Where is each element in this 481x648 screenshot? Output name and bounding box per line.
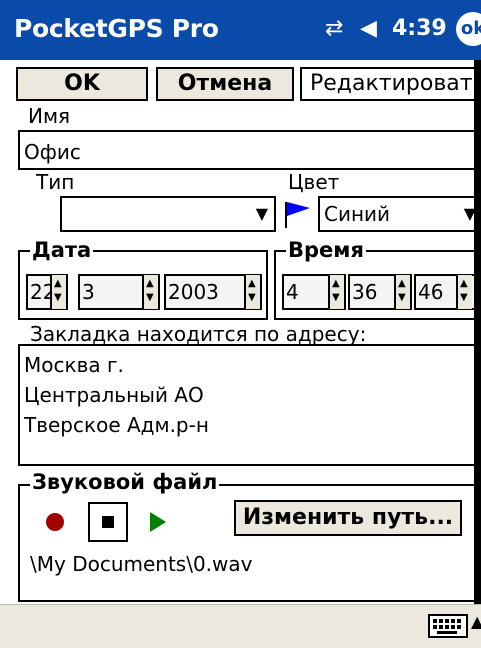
day-spinner-arrows[interactable]: ▲ ▼: [50, 275, 66, 309]
change-path-button[interactable]: Изменить путь...: [234, 500, 462, 536]
time-title: Время: [286, 238, 366, 262]
sip-up-arrow-icon[interactable]: ▲: [471, 612, 481, 631]
type-select[interactable]: ▼: [60, 196, 276, 232]
spin-up-icon[interactable]: ▲: [248, 278, 256, 290]
address-label: Закладка находится по адресу:: [30, 322, 367, 346]
bottom-bar: [0, 604, 481, 648]
hour-value: 4: [286, 280, 299, 304]
spin-up-icon[interactable]: ▲: [54, 278, 62, 290]
spin-down-icon[interactable]: ▼: [460, 292, 468, 304]
spin-down-icon[interactable]: ▼: [332, 292, 340, 304]
sound-title: Звуковой файл: [30, 470, 220, 494]
type-label: Тип: [36, 170, 75, 194]
stop-button[interactable]: [88, 502, 128, 542]
stop-icon: [102, 516, 114, 528]
year-spinner-arrows[interactable]: ▲ ▼: [244, 275, 260, 309]
volume-icon[interactable]: ◀: [360, 16, 377, 41]
color-label: Цвет: [288, 170, 340, 194]
spin-up-icon[interactable]: ▲: [398, 278, 406, 290]
month-spinner-arrows[interactable]: ▲ ▼: [142, 275, 158, 309]
name-label: Имя: [28, 104, 71, 128]
spin-up-icon[interactable]: ▲: [332, 278, 340, 290]
edit-button[interactable]: Редактировать: [300, 67, 481, 101]
spin-down-icon[interactable]: ▼: [54, 292, 62, 304]
record-icon[interactable]: [40, 504, 70, 540]
color-value: Синий: [324, 202, 391, 226]
spin-up-icon[interactable]: ▲: [460, 278, 468, 290]
keyboard-icon[interactable]: [428, 614, 468, 638]
second-value: 46: [418, 280, 444, 304]
connectivity-icon[interactable]: ⇄: [325, 16, 343, 41]
month-value: 3: [82, 280, 95, 304]
name-field[interactable]: Офис: [18, 130, 481, 170]
spin-up-icon[interactable]: ▲: [146, 278, 154, 290]
address-line: Центральный АО: [24, 383, 204, 407]
spin-down-icon[interactable]: ▼: [398, 292, 406, 304]
play-icon[interactable]: [142, 504, 172, 540]
minute-value: 36: [352, 280, 378, 304]
spin-down-icon[interactable]: ▼: [248, 292, 256, 304]
app-title: PocketGPS Pro: [14, 14, 219, 43]
sound-file-path: \My Documents\0.wav: [30, 552, 253, 576]
clock[interactable]: 4:39: [392, 16, 447, 41]
right-edge-border: [474, 60, 481, 604]
color-select[interactable]: Синий ▼: [318, 196, 481, 232]
address-line: Москва г.: [24, 353, 124, 377]
cancel-button[interactable]: Отмена: [156, 67, 294, 101]
chevron-down-icon[interactable]: ▼: [256, 204, 268, 223]
address-line: Тверское Адм.р-н: [24, 413, 209, 437]
year-value: 2003: [168, 280, 219, 304]
date-title: Дата: [30, 238, 94, 262]
second-spinner-arrows[interactable]: ▲ ▼: [456, 275, 472, 309]
spin-down-icon[interactable]: ▼: [146, 292, 154, 304]
flag-icon: [285, 202, 310, 228]
address-field[interactable]: Москва г. Центральный АО Тверское Адм.р-…: [18, 344, 481, 466]
hour-spinner-arrows[interactable]: ▲ ▼: [328, 275, 344, 309]
ok-button[interactable]: OK: [16, 67, 148, 101]
minute-spinner-arrows[interactable]: ▲ ▼: [394, 275, 410, 309]
